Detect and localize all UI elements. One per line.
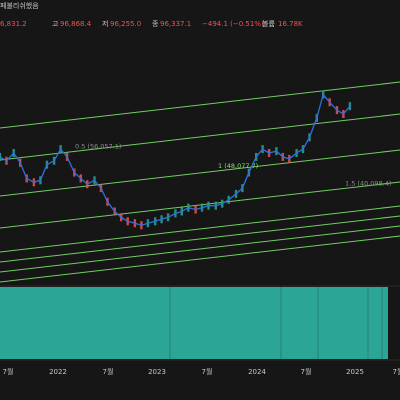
x-tick-label: 2023: [148, 368, 166, 376]
change-value: −494.1 (−0.51%): [202, 20, 264, 28]
high-label: 고: [52, 20, 59, 28]
channel-label: 1.5 (40,098.4): [345, 179, 391, 187]
volume-area: [0, 287, 388, 359]
x-tick-label: 7월: [202, 367, 213, 376]
close-value: 96,337.1: [160, 20, 191, 28]
x-tick-label: 7월: [393, 367, 400, 376]
volume-pane: [0, 287, 388, 359]
x-tick-label: 7월: [3, 367, 14, 376]
x-tick-label: 2024: [248, 368, 266, 376]
low-label: 저: [102, 19, 108, 28]
x-tick-label: 2022: [49, 368, 67, 376]
x-tick-label: 7월: [103, 367, 114, 376]
ohlc-header: 페불리쉬했음: [0, 1, 39, 10]
low-value: 96,255.0: [110, 20, 141, 28]
volume-label: 볼륨: [262, 19, 275, 28]
high-value: 96,868.4: [60, 20, 92, 28]
close-label: 종: [152, 20, 159, 28]
x-tick-label: 2025: [346, 368, 364, 376]
chart: 페불리쉬했음 6,831.2 고 96,868.4 저 96,255.0 종 9…: [0, 0, 400, 400]
channel-label: 0.5 (56,057.1): [75, 142, 121, 150]
volume-value: 16.78K: [278, 20, 303, 28]
x-tick-label: 7월: [301, 367, 312, 376]
header-title: 페불리쉬했음: [0, 1, 39, 10]
open-value: 6,831.2: [0, 20, 27, 28]
